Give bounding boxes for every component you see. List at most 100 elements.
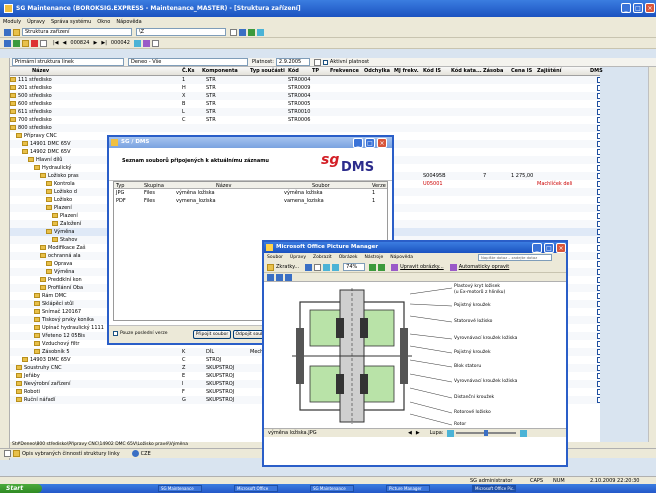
col-zajisteni[interactable]: Zajištění: [537, 68, 561, 74]
dms-doc-icon[interactable]: [597, 341, 600, 347]
col-dms[interactable]: DMS: [590, 68, 603, 74]
menu-moduly[interactable]: Moduly: [3, 19, 21, 25]
last-record-icon[interactable]: ▶|: [101, 40, 107, 46]
dms-col-verze[interactable]: Verze: [372, 183, 386, 189]
dms-close-button[interactable]: ×: [377, 138, 387, 148]
zoom-out-small-icon[interactable]: [446, 429, 454, 437]
dms-doc-icon[interactable]: [597, 349, 600, 355]
minimize-button[interactable]: _: [621, 3, 631, 13]
dms-doc-icon[interactable]: [597, 117, 600, 123]
copy-icon[interactable]: [314, 263, 322, 271]
task-4[interactable]: Picture Manager: [386, 485, 430, 492]
calendar-icon[interactable]: [313, 58, 321, 66]
dms-doc-icon[interactable]: [597, 285, 600, 291]
dms-col-typ[interactable]: Typ: [116, 183, 124, 189]
zoom-out-icon[interactable]: [378, 263, 386, 271]
task-2[interactable]: Microsoft Office: [234, 485, 278, 492]
document-icon[interactable]: [13, 450, 20, 457]
auto-correct-icon[interactable]: [449, 263, 457, 271]
first-record-icon[interactable]: |◀: [53, 40, 59, 46]
next-record-icon[interactable]: ▶: [93, 40, 97, 46]
close-button[interactable]: ×: [645, 3, 655, 13]
zoom-slider-thumb[interactable]: [483, 430, 488, 436]
dms-doc-icon[interactable]: [597, 317, 600, 323]
filmstrip-view-icon[interactable]: [276, 273, 283, 281]
dms-doc-icon[interactable]: [597, 229, 600, 235]
rotate-right-icon[interactable]: [332, 263, 340, 271]
col-frekvence[interactable]: Frekvence: [330, 68, 359, 74]
grid-icon[interactable]: [4, 39, 11, 47]
dms-doc-icon[interactable]: [597, 325, 600, 331]
tree-row[interactable]: 500 středisko X STR STR0004: [10, 92, 600, 100]
next-picture-icon[interactable]: ▶: [416, 430, 420, 436]
col-ks[interactable]: Č.Ks: [182, 68, 194, 74]
pm-menu-nastroje[interactable]: Nástroje: [364, 255, 383, 260]
start-button[interactable]: Start: [0, 484, 42, 493]
dms-file-row[interactable]: PDF Files vymena_loziska vamena_loziska …: [114, 198, 387, 205]
col-kodkat[interactable]: Kód kata...: [451, 68, 482, 74]
prev-record-icon[interactable]: ◀: [63, 40, 67, 46]
dms-doc-icon[interactable]: [597, 109, 600, 115]
dms-doc-icon[interactable]: [597, 213, 600, 219]
zone-combo[interactable]: Deneo - Vše: [128, 58, 248, 66]
tree-row[interactable]: 800 středisko: [10, 124, 600, 132]
pm-menu-soubor[interactable]: Soubor: [267, 255, 283, 260]
col-kod[interactable]: Kód: [288, 68, 299, 74]
dms-file-row[interactable]: JPG Files výměna ložiska výměna ložiska …: [114, 190, 387, 197]
rotate-left-icon[interactable]: [323, 263, 331, 271]
menu-okno[interactable]: Okno: [97, 19, 110, 25]
new-record-icon[interactable]: [13, 39, 20, 47]
dms-doc-icon[interactable]: [597, 197, 600, 203]
dms-doc-icon[interactable]: [597, 277, 600, 283]
zoom-slider[interactable]: [455, 430, 516, 436]
edit-pictures-icon[interactable]: [391, 263, 399, 271]
folder-icon[interactable]: [13, 28, 20, 36]
filter-combo[interactable]: \Z: [136, 28, 226, 36]
dms-doc-icon[interactable]: [597, 141, 600, 147]
sort-icon[interactable]: [133, 39, 141, 47]
dms-doc-icon[interactable]: [597, 373, 600, 379]
col-tp[interactable]: TP: [312, 68, 319, 74]
copy-icon[interactable]: [4, 450, 11, 457]
auto-correct-button[interactable]: Automaticky opravit: [459, 264, 510, 270]
dms-doc-icon[interactable]: [597, 293, 600, 299]
pm-menu-napoveda[interactable]: Nápověda: [390, 255, 413, 260]
structure-combo[interactable]: Struktura zařízení: [22, 28, 132, 36]
save-icon[interactable]: [305, 263, 313, 271]
dms-doc-icon[interactable]: [597, 173, 600, 179]
dms-doc-icon[interactable]: [597, 77, 600, 83]
single-view-icon[interactable]: [285, 273, 292, 281]
tree-combo[interactable]: Primární struktura linek: [12, 58, 124, 66]
col-kodis[interactable]: Kód IS: [423, 68, 441, 74]
col-komponenta[interactable]: Komponenta: [202, 68, 238, 74]
open-icon[interactable]: [22, 39, 29, 47]
dms-doc-icon[interactable]: [597, 261, 600, 267]
pm-picture-canvas[interactable]: Plastový kryt ložisek (u Ex-motorů z hli…: [264, 282, 566, 428]
pm-menu-obrazek[interactable]: Obrázek: [339, 255, 358, 260]
dms-doc-icon[interactable]: [597, 149, 600, 155]
dms-doc-icon[interactable]: [597, 269, 600, 275]
dms-doc-icon[interactable]: [597, 381, 600, 387]
task-3[interactable]: SG Maintenance: [310, 485, 354, 492]
zoom-in-small-icon[interactable]: [519, 429, 527, 437]
active-validity-checkbox[interactable]: [322, 59, 328, 65]
tree-row[interactable]: 201 středisko H STR STR0009: [10, 84, 600, 92]
shortcuts-button[interactable]: Zkratky...: [276, 264, 299, 270]
tree-icon[interactable]: [142, 39, 150, 47]
pm-minimize-button[interactable]: _: [532, 243, 542, 253]
tree-row[interactable]: 600 středisko B STR STR0005: [10, 100, 600, 108]
dms-doc-icon[interactable]: [597, 365, 600, 371]
dms-doc-icon[interactable]: [597, 93, 600, 99]
dms-minimize-button[interactable]: _: [353, 138, 363, 148]
pm-menu-zobrazit[interactable]: Zobrazit: [313, 255, 332, 260]
task-1[interactable]: SG Maintenance: [158, 485, 202, 492]
maximize-button[interactable]: □: [633, 3, 643, 13]
menu-napoveda[interactable]: Nápověda: [116, 19, 141, 25]
col-cena[interactable]: Cena IS: [511, 68, 532, 74]
dms-doc-icon[interactable]: [597, 389, 600, 395]
pm-menu-upravy[interactable]: Úpravy: [290, 255, 306, 260]
dms-doc-icon[interactable]: [597, 85, 600, 91]
pm-close-button[interactable]: ×: [556, 243, 566, 253]
col-zasoba[interactable]: Zásoba: [483, 68, 503, 74]
dms-col-soubor[interactable]: Soubor: [312, 183, 330, 189]
